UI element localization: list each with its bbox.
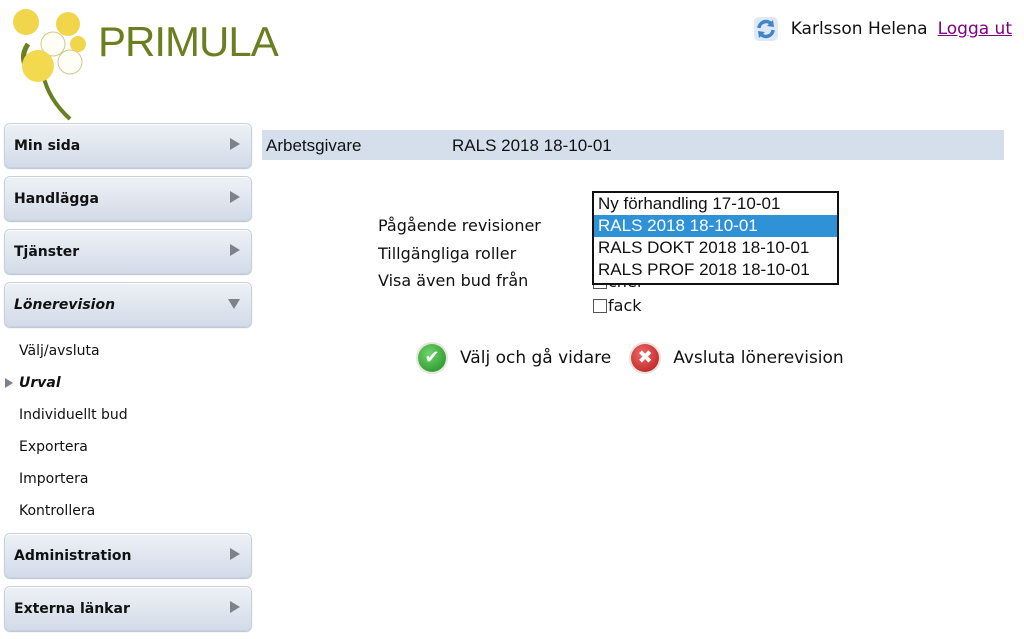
ongoing-revisions-label: Pågående revisioner bbox=[378, 216, 541, 235]
employer-label: Arbetsgivare bbox=[266, 136, 362, 155]
close-icon: ✖ bbox=[631, 344, 660, 372]
sidebar-item-label: Handlägga bbox=[14, 191, 99, 207]
sidebar-item-label: Externa länkar bbox=[14, 601, 130, 617]
revision-select-dropdown[interactable]: Ny förhandling 17-10-01 RALS 2018 18-10-… bbox=[592, 191, 839, 285]
available-roles-label: Tillgängliga roller bbox=[378, 244, 517, 263]
checkbox-fack[interactable]: fack bbox=[593, 296, 642, 315]
sidebar-item-externa-lankar[interactable]: Externa länkar bbox=[4, 586, 252, 631]
sidebar-item-label: Min sida bbox=[14, 138, 81, 154]
exit-revision-button[interactable]: ✖ Avsluta lönerevision bbox=[631, 344, 844, 372]
sidebar-item-label: Tjänster bbox=[14, 244, 80, 260]
chevron-right-icon bbox=[230, 548, 240, 560]
context-infobar: Arbetsgivare RALS 2018 18-10-01 bbox=[262, 130, 1004, 160]
subitem-urval[interactable]: Urval bbox=[4, 367, 252, 399]
checkbox-label: fack bbox=[608, 296, 642, 315]
revision-option[interactable]: Ny förhandling 17-10-01 bbox=[594, 193, 837, 215]
primula-flower-icon bbox=[13, 9, 86, 121]
user-name: Karlsson Helena bbox=[790, 19, 928, 39]
revision-option[interactable]: RALS PROF 2018 18-10-01 bbox=[594, 259, 837, 281]
employer-value: RALS 2018 18-10-01 bbox=[452, 136, 612, 155]
chevron-down-icon bbox=[228, 299, 240, 309]
revision-option-selected[interactable]: RALS 2018 18-10-01 bbox=[594, 215, 837, 237]
checkbox-box[interactable] bbox=[593, 298, 607, 313]
user-bar: Karlsson Helena Logga ut bbox=[753, 16, 1012, 42]
primula-logo: PRIMULA bbox=[8, 4, 279, 122]
subitem-importera[interactable]: Importera bbox=[4, 463, 252, 495]
sidebar-item-label: Administration bbox=[14, 548, 132, 564]
subitem-exportera[interactable]: Exportera bbox=[4, 431, 252, 463]
sidebar-item-min-sida[interactable]: Min sida bbox=[4, 123, 252, 168]
subitem-kontrollera[interactable]: Kontrollera bbox=[4, 495, 252, 527]
refresh-icon[interactable] bbox=[753, 16, 779, 42]
current-item-pointer-icon bbox=[5, 378, 13, 388]
sidebar-item-lonerevision[interactable]: Lönerevision bbox=[4, 282, 252, 327]
chevron-right-icon bbox=[230, 601, 240, 613]
chevron-right-icon bbox=[230, 244, 240, 256]
lonerevision-submenu: Välj/avsluta Urval Individuellt bud Expo… bbox=[4, 335, 252, 527]
exit-label: Avsluta lönerevision bbox=[673, 348, 844, 368]
logo-text: PRIMULA bbox=[98, 18, 279, 65]
show-bids-from-label: Visa även bud från bbox=[378, 271, 529, 290]
sidebar-item-handlagga[interactable]: Handlägga bbox=[4, 176, 252, 221]
action-bar: ✔ Välj och gå vidare ✖ Avsluta lönerevis… bbox=[418, 344, 864, 372]
chevron-right-icon bbox=[230, 191, 240, 203]
logout-link[interactable]: Logga ut bbox=[938, 19, 1012, 39]
sidebar-item-label: Lönerevision bbox=[14, 297, 116, 313]
subitem-label: Urval bbox=[19, 375, 61, 391]
revision-option[interactable]: RALS DOKT 2018 18-10-01 bbox=[594, 237, 837, 259]
chevron-right-icon bbox=[230, 138, 240, 150]
subitem-valj-avsluta[interactable]: Välj/avsluta bbox=[4, 335, 252, 367]
sidebar-item-administration[interactable]: Administration bbox=[4, 533, 252, 578]
continue-label: Välj och gå vidare bbox=[460, 348, 612, 368]
checkmark-icon: ✔ bbox=[418, 344, 446, 372]
continue-button[interactable]: ✔ Välj och gå vidare bbox=[418, 344, 611, 372]
sidebar-item-tjanster[interactable]: Tjänster bbox=[4, 229, 252, 274]
sidebar-nav: Min sida Handlägga Tjänster Lönerevision… bbox=[4, 123, 252, 639]
subitem-individuellt-bud[interactable]: Individuellt bud bbox=[4, 399, 252, 431]
